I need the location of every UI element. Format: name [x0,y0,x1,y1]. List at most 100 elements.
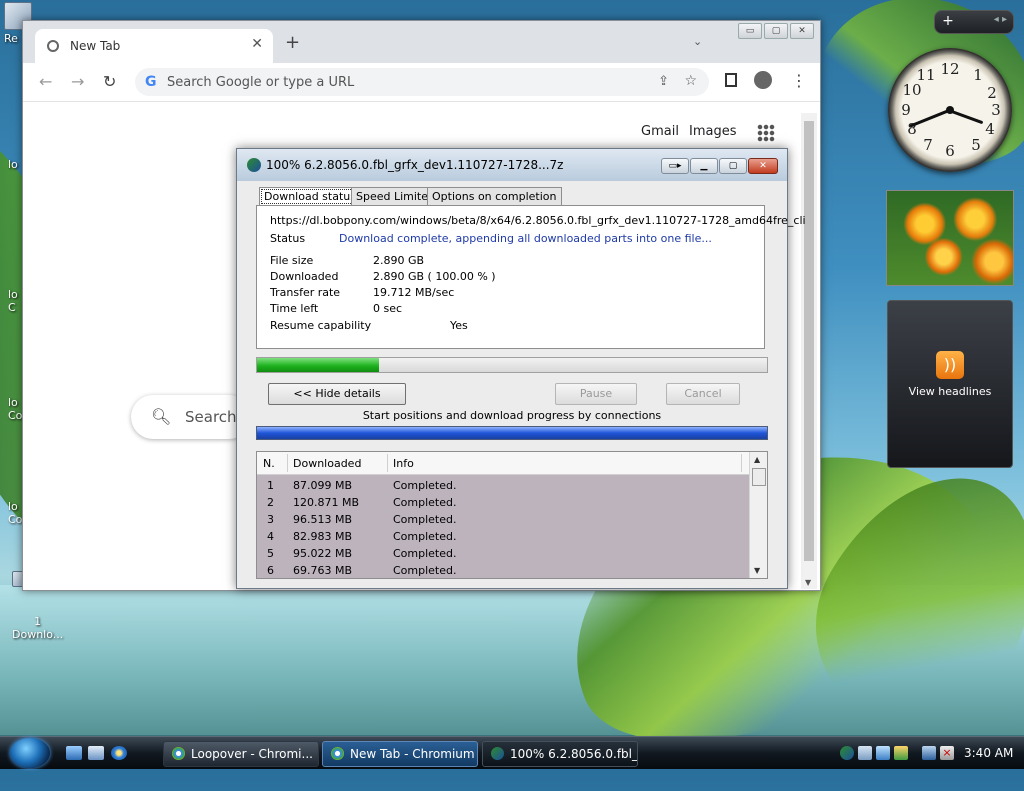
desktop-icon[interactable]: lo Co [8,474,22,539]
maximize-button[interactable]: ▢ [764,23,788,39]
dialog-titlebar[interactable]: 100% 6.2.8056.0.fbl_grfx_dev1.110727-172… [237,149,787,181]
internet-explorer-icon[interactable] [111,746,127,760]
ntp-search-box[interactable]: 🔍︎ Search [131,395,251,439]
security-tray-icon[interactable] [894,746,908,760]
taskbar-button-idm[interactable]: 100% 6.2.8056.0.fbl_... [482,741,638,767]
row-downloaded: 96.513 MB [293,513,353,526]
chevron-down-icon[interactable]: ⌄ [693,35,702,48]
start-button[interactable] [10,738,50,768]
images-link[interactable]: Images [689,124,737,139]
back-arrow-icon[interactable]: ← [39,72,52,91]
table-scrollbar[interactable]: ▲ ▼ [749,452,767,578]
cancel-button[interactable]: Cancel [666,383,740,405]
idm-tray-icon[interactable] [840,746,854,760]
minimize-to-tray-icon[interactable]: ▭▸ [661,158,689,174]
scroll-down-arrow-icon[interactable]: ▼ [754,566,760,575]
close-button[interactable]: ✕ [748,158,778,174]
row-number: 1 [267,479,274,492]
desktop-icon[interactable]: lo C [8,262,18,327]
column-divider[interactable] [287,454,288,472]
column-header-n[interactable]: N. [263,457,275,470]
omnibox-placeholder: Search Google or type a URL [167,75,355,90]
row-downloaded: 95.022 MB [293,547,353,560]
column-divider[interactable] [741,454,742,472]
desktop-icon[interactable]: lo Co [8,370,22,435]
table-row[interactable]: 4 82.983 MB Completed. [257,528,749,545]
table-row[interactable]: 3 96.513 MB Completed. [257,511,749,528]
forward-arrow-icon[interactable]: → [71,72,84,91]
clock-numeral: 9 [901,101,911,119]
row-downloaded: 87.099 MB [293,479,353,492]
feed-headlines-gadget[interactable]: )) View headlines [887,300,1013,468]
add-gadget-button[interactable]: + [939,13,957,29]
scrollbar-thumb[interactable] [752,468,766,486]
gmail-link[interactable]: Gmail [641,124,679,139]
slideshow-gadget[interactable] [886,190,1014,286]
progress-fill [257,358,380,372]
column-header-downloaded[interactable]: Downloaded [293,457,361,470]
download-url: https://dl.bobpony.com/windows/beta/8/x6… [270,214,806,227]
clock-numeral: 1 [973,66,983,84]
clock-gadget[interactable]: 12 1 2 3 4 5 6 7 8 9 10 11 [888,48,1012,172]
desktop-icon-label: lo Co [8,396,23,422]
close-button[interactable]: ✕ [790,23,814,39]
maximize-button[interactable]: ▢ [719,158,747,174]
column-divider[interactable] [387,454,388,472]
idm-app-icon [247,158,261,172]
tab-title: New Tab [70,39,121,53]
gadget-nav-arrows-icon[interactable]: ◂ ▸ [994,14,1007,25]
row-info: Completed. [393,496,457,509]
table-row[interactable]: 6 69.763 MB Completed. [257,562,749,578]
hide-details-button[interactable]: << Hide details [268,383,406,405]
pause-button[interactable]: Pause [555,383,637,405]
scroll-down-arrow-icon[interactable]: ▼ [805,578,811,587]
tab-options-on-completion[interactable]: Options on completion [427,187,562,206]
scroll-up-arrow-icon[interactable]: ▲ [754,455,760,464]
clock-numeral: 6 [945,142,955,160]
desktop-icon-label: lo Co [8,500,23,526]
google-g-icon: G [145,74,157,90]
table-row[interactable]: 2 120.871 MB Completed. [257,494,749,511]
omnibox[interactable]: G Search Google or type a URL ⇪ ☆ [135,68,709,96]
taskbar: Loopover - Chromi... New Tab - Chromium … [0,736,1024,769]
desktop-icon[interactable]: lo [8,158,18,171]
minimize-button[interactable]: ▭ [738,23,762,39]
row-downloaded: 82.983 MB [293,530,353,543]
minimize-button[interactable]: ▁ [690,158,718,174]
transfer-rate-value: 19.712 MB/sec [373,286,455,299]
menu-kebab-icon[interactable]: ⋮ [791,71,807,90]
downloaded-label: Downloaded [270,270,339,283]
scrollbar-thumb[interactable] [804,121,814,561]
taskbar-button-loopover[interactable]: Loopover - Chromi... [163,741,319,767]
update-tray-icon[interactable] [876,746,890,760]
desktop-icon-label: 1 Downlo... [12,615,64,641]
network-tray-icon[interactable] [922,746,936,760]
dialog-title: 100% 6.2.8056.0.fbl_grfx_dev1.110727-172… [266,158,564,172]
volume-muted-icon[interactable]: × [940,746,954,760]
table-row[interactable]: 5 95.022 MB Completed. [257,545,749,562]
side-panel-icon[interactable] [725,73,737,87]
tab-speed-limiter[interactable]: Speed Limiter [351,187,438,206]
window-controls: ▭ ▢ ✕ [738,23,814,39]
taskbar-button-new-tab[interactable]: New Tab - Chromium [322,741,478,767]
device-tray-icon[interactable] [858,746,872,760]
google-apps-icon[interactable] [757,124,775,142]
bookmark-star-icon[interactable]: ☆ [684,73,697,89]
rss-icon: )) [936,351,964,379]
taskbar-clock[interactable]: 3:40 AM [964,746,1013,760]
reload-icon[interactable]: ↻ [103,72,116,91]
idm-download-dialog: 100% 6.2.8056.0.fbl_grfx_dev1.110727-172… [236,148,806,589]
switch-windows-icon[interactable] [88,746,104,760]
page-scrollbar[interactable]: ▼ [801,113,817,589]
profile-avatar-icon[interactable] [754,71,772,89]
close-tab-icon[interactable]: ✕ [251,36,263,52]
new-tab-button[interactable]: + [285,32,300,53]
taskbar-button-label: 100% 6.2.8056.0.fbl_... [510,747,638,761]
column-header-info[interactable]: Info [393,457,414,470]
table-row[interactable]: 1 87.099 MB Completed. [257,477,749,494]
chromium-icon [172,747,185,760]
show-desktop-icon[interactable] [66,746,82,760]
tab-new-tab[interactable]: New Tab ✕ [35,29,273,63]
tab-download-status[interactable]: Download status [259,187,361,206]
share-icon[interactable]: ⇪ [658,74,669,89]
